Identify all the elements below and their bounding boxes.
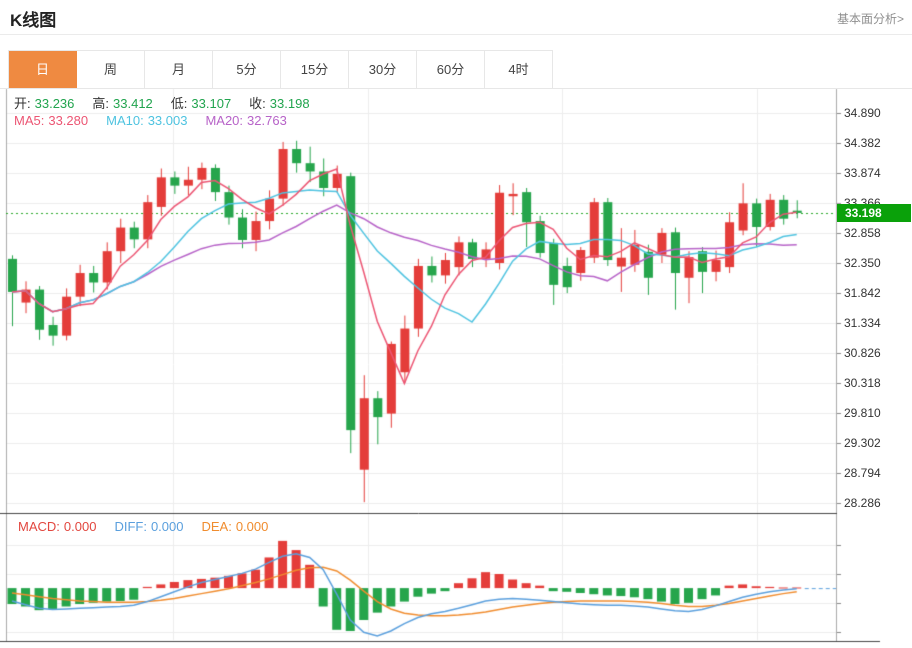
ohlc-label: 高:	[92, 96, 109, 111]
ohlc-item: 收: 33.198	[249, 96, 313, 111]
ma-value: 32.763	[247, 113, 287, 128]
ohlc-value: 33.236	[35, 96, 75, 111]
ma-label: MA10:	[106, 113, 144, 128]
macd-label: DEA:	[201, 519, 231, 534]
ma-info-row: MA5: 33.280 MA10: 33.003 MA20: 32.763	[14, 113, 305, 128]
tab-day[interactable]: 日	[9, 51, 77, 89]
macd-label: MACD:	[18, 519, 60, 534]
macd-axis: 0.7030.230-0.243-0.715	[838, 0, 912, 648]
ohlc-label: 收:	[249, 96, 266, 111]
tab-week[interactable]: 周	[77, 51, 145, 89]
ohlc-label: 开:	[14, 96, 31, 111]
macd-item: DEA: 0.000	[201, 519, 272, 534]
ohlc-value: 33.412	[113, 96, 153, 111]
tab-5min[interactable]: 5分	[213, 51, 281, 89]
ohlc-info-row: 开: 33.236 高: 33.412 低:33.107 收: 33.198	[14, 93, 328, 112]
tab-4hour[interactable]: 4时	[485, 51, 553, 89]
tab-30min[interactable]: 30分	[349, 51, 417, 89]
ma-label: MA20:	[205, 113, 243, 128]
macd-item: DIFF: 0.000	[114, 519, 187, 534]
tab-month[interactable]: 月	[145, 51, 213, 89]
macd-value: 0.000	[236, 519, 269, 534]
tab-60min[interactable]: 60分	[417, 51, 485, 89]
ohlc-value: 33.198	[270, 96, 310, 111]
macd-label: DIFF:	[114, 519, 147, 534]
ohlc-item: 开: 33.236	[14, 96, 78, 111]
ohlc-item: 高: 33.412	[92, 96, 156, 111]
kline-page: { "header": { "title": "K线图", "link": "基…	[0, 0, 912, 648]
ma-item: MA20: 32.763	[205, 113, 290, 128]
macd-info-row: MACD: 0.000 DIFF: 0.000 DEA: 0.000	[18, 519, 286, 534]
ma-item: MA5: 33.280	[14, 113, 92, 128]
ohlc-value: 33.107	[191, 96, 231, 111]
macd-value: 0.000	[64, 519, 97, 534]
macd-value: 0.000	[151, 519, 184, 534]
ma-item: MA10: 33.003	[106, 113, 191, 128]
tabbar-underline	[0, 88, 912, 89]
period-tabbar: 日周月5分15分30分60分4时	[8, 50, 553, 89]
current-price-badge: 33.198	[837, 204, 911, 222]
tab-15min[interactable]: 15分	[281, 51, 349, 89]
page-title: K线图	[10, 6, 56, 31]
page-header: K线图 基本面分析>	[0, 0, 912, 35]
macd-item: MACD: 0.000	[18, 519, 100, 534]
ohlc-item: 低:33.107	[171, 96, 235, 111]
ma-value: 33.280	[48, 113, 88, 128]
ma-label: MA5:	[14, 113, 44, 128]
ma-value: 33.003	[148, 113, 188, 128]
ohlc-label: 低:	[171, 96, 188, 111]
